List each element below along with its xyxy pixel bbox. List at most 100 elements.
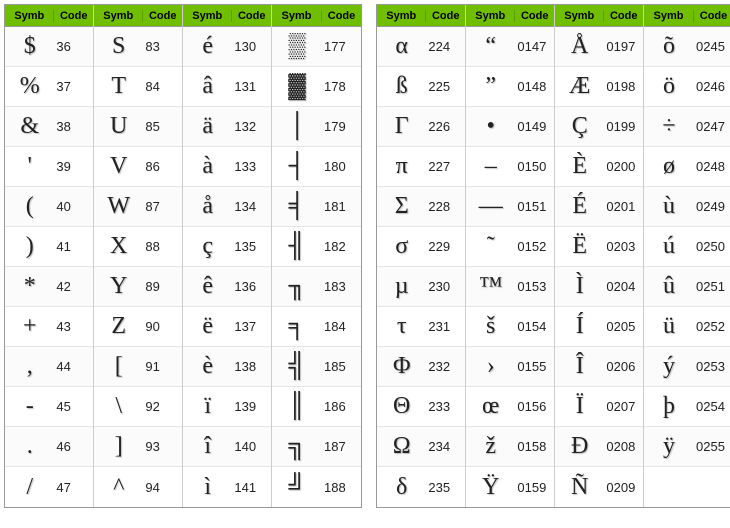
table-row: ü0252 bbox=[644, 307, 730, 347]
table-row: ø0248 bbox=[644, 147, 730, 187]
table-row: -45 bbox=[5, 387, 93, 427]
code-cell: 0254 bbox=[694, 399, 730, 414]
table-row: *42 bbox=[5, 267, 93, 307]
header-symb: Symb bbox=[466, 10, 515, 22]
table-row: ö0246 bbox=[644, 67, 730, 107]
table-row: .46 bbox=[5, 427, 93, 467]
code-cell: 0250 bbox=[694, 239, 730, 254]
code-cell: 89 bbox=[143, 279, 182, 294]
code-cell: 186 bbox=[322, 399, 361, 414]
table-row: ù0249 bbox=[644, 187, 730, 227]
table-row: Θ233 bbox=[377, 387, 465, 427]
table-row: Z90 bbox=[94, 307, 182, 347]
symbol-cell: ) bbox=[5, 233, 54, 260]
code-cell: 91 bbox=[143, 359, 182, 374]
code-cell: 0203 bbox=[604, 239, 643, 254]
header-code: Code bbox=[426, 10, 465, 22]
table-row: Ë0203 bbox=[555, 227, 643, 267]
symbol-cell: “ bbox=[466, 33, 515, 60]
symbol-cell: Ë bbox=[555, 233, 604, 260]
code-cell: 39 bbox=[54, 159, 93, 174]
code-cell: 137 bbox=[232, 319, 271, 334]
code-cell: 0147 bbox=[515, 39, 554, 54]
column-header: SymbCode bbox=[5, 5, 93, 27]
symbol-cell: \ bbox=[94, 393, 143, 420]
column-pair: SymbCode$36%37&38'39(40)41*42+43,44-45.4… bbox=[5, 5, 94, 507]
table-row: $36 bbox=[5, 27, 93, 67]
code-cell: 230 bbox=[426, 279, 465, 294]
symbol-cell: ù bbox=[644, 193, 694, 220]
table-row: Æ0198 bbox=[555, 67, 643, 107]
table-row: ]93 bbox=[94, 427, 182, 467]
table-row: ú0250 bbox=[644, 227, 730, 267]
code-cell: 47 bbox=[54, 480, 93, 495]
header-symb: Symb bbox=[94, 10, 143, 22]
table-row: ╕184 bbox=[272, 307, 361, 347]
table-row: δ235 bbox=[377, 467, 465, 507]
header-code: Code bbox=[54, 10, 93, 22]
header-symb: Symb bbox=[272, 10, 322, 22]
symbol-cell: â bbox=[183, 73, 232, 100]
header-symb: Symb bbox=[644, 10, 694, 22]
symbol-cell: & bbox=[5, 113, 54, 140]
table-row: Ç0199 bbox=[555, 107, 643, 147]
symbol-cell: • bbox=[466, 113, 515, 140]
table-row: ╖183 bbox=[272, 267, 361, 307]
header-code: Code bbox=[604, 10, 643, 22]
code-cell: 180 bbox=[322, 159, 361, 174]
table-row: “0147 bbox=[466, 27, 554, 67]
code-cell: 131 bbox=[232, 79, 271, 94]
symbol-cell: ü bbox=[644, 313, 694, 340]
table-row: Ÿ0159 bbox=[466, 467, 554, 507]
table-row: π227 bbox=[377, 147, 465, 187]
table-row: ▓178 bbox=[272, 67, 361, 107]
table-row: š0154 bbox=[466, 307, 554, 347]
symbol-cell: ß bbox=[377, 73, 426, 100]
code-cell: 225 bbox=[426, 79, 465, 94]
table-row: à133 bbox=[183, 147, 271, 187]
column-header: SymbCode bbox=[555, 5, 643, 27]
symbol-cell: ▓ bbox=[272, 73, 322, 100]
code-cell: 90 bbox=[143, 319, 182, 334]
code-cell: 232 bbox=[426, 359, 465, 374]
table-row: ║186 bbox=[272, 387, 361, 427]
symbol-cell: │ bbox=[272, 113, 322, 140]
table-row: σ229 bbox=[377, 227, 465, 267]
table-row: X88 bbox=[94, 227, 182, 267]
code-cell: 0206 bbox=[604, 359, 643, 374]
table-row: V86 bbox=[94, 147, 182, 187]
table-row: α224 bbox=[377, 27, 465, 67]
symbol-cell: ^ bbox=[94, 474, 143, 501]
symbol-cell: α bbox=[377, 33, 426, 60]
table-row: ╣185 bbox=[272, 347, 361, 387]
code-cell: 234 bbox=[426, 439, 465, 454]
table-row: Î0206 bbox=[555, 347, 643, 387]
code-cell: 136 bbox=[232, 279, 271, 294]
symbol-cell: X bbox=[94, 233, 143, 260]
table-row: (40 bbox=[5, 187, 93, 227]
code-cell: 0201 bbox=[604, 199, 643, 214]
code-cell: 0209 bbox=[604, 480, 643, 495]
table-row: ╗187 bbox=[272, 427, 361, 467]
table-row: û0251 bbox=[644, 267, 730, 307]
code-cell: 188 bbox=[322, 480, 361, 495]
symbol-cell: . bbox=[5, 433, 54, 460]
table-row: õ0245 bbox=[644, 27, 730, 67]
code-cell: 181 bbox=[322, 199, 361, 214]
symbol-cell: S bbox=[94, 33, 143, 60]
symbol-cell: ç bbox=[183, 233, 232, 260]
symbol-cell: ê bbox=[183, 273, 232, 300]
table-row: ì141 bbox=[183, 467, 271, 507]
code-cell: 138 bbox=[232, 359, 271, 374]
code-cell: 179 bbox=[322, 119, 361, 134]
symbol-cell: ] bbox=[94, 433, 143, 460]
code-cell: 224 bbox=[426, 39, 465, 54]
header-code: Code bbox=[232, 10, 271, 22]
code-cell: 231 bbox=[426, 319, 465, 334]
code-cell: 130 bbox=[232, 39, 271, 54]
table-row: ╡181 bbox=[272, 187, 361, 227]
table-row: ß225 bbox=[377, 67, 465, 107]
code-cell: 92 bbox=[143, 399, 182, 414]
header-symb: Symb bbox=[377, 10, 426, 22]
code-cell: 0248 bbox=[694, 159, 730, 174]
